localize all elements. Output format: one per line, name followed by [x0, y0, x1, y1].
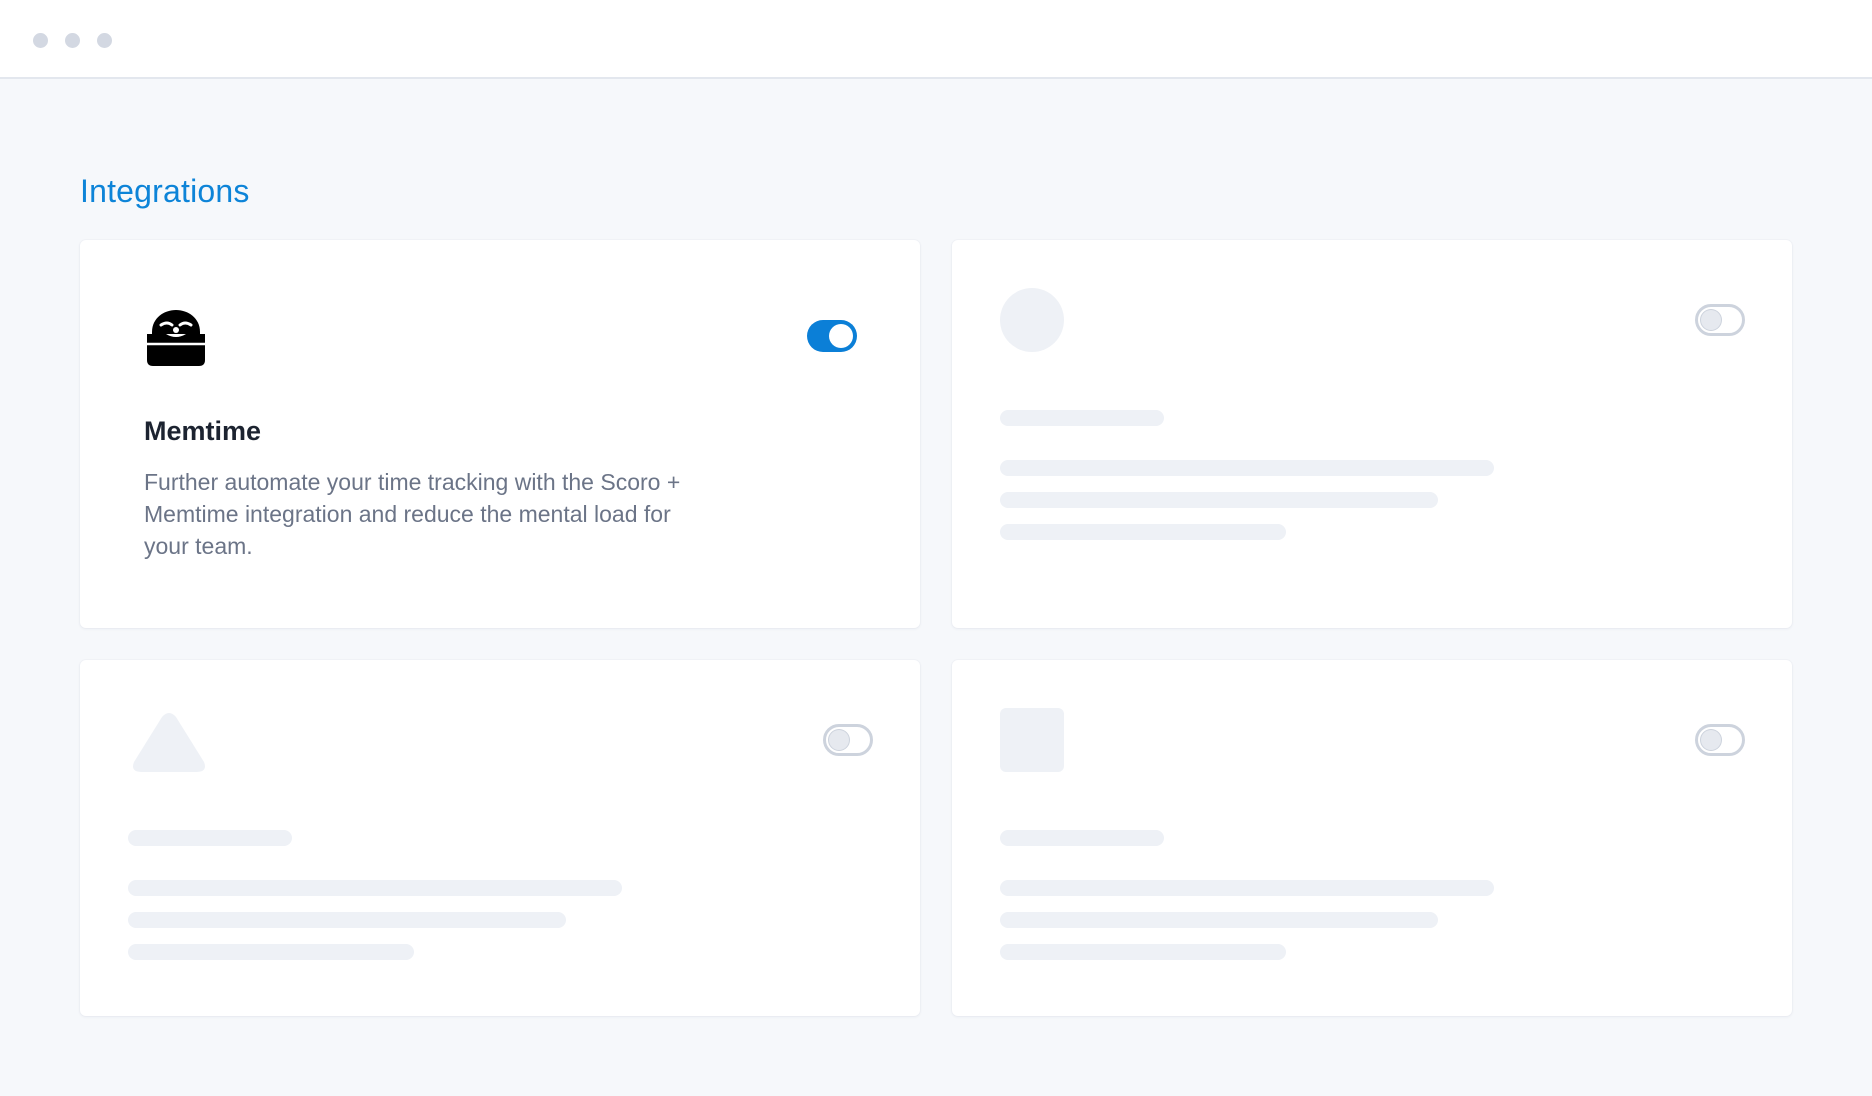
integration-card-memtime: Memtime Further automate your time track… — [80, 240, 920, 628]
skeleton-title-line — [1000, 830, 1164, 846]
integration-toggle[interactable] — [1695, 724, 1745, 756]
toggle-knob — [1701, 310, 1721, 330]
memtime-integration-toggle[interactable] — [807, 320, 857, 352]
toggle-knob — [829, 324, 853, 348]
circle-placeholder-icon — [1000, 288, 1064, 352]
skeleton-text-line — [1000, 460, 1494, 476]
skeleton-text-line — [1000, 944, 1286, 960]
skeleton-title-line — [128, 830, 292, 846]
integration-description: Further automate your time tracking with… — [144, 469, 681, 559]
window-control-dot[interactable] — [33, 33, 48, 48]
toggle-knob — [1701, 730, 1721, 750]
window-control-dot[interactable] — [97, 33, 112, 48]
skeleton-text-line — [1000, 880, 1494, 896]
toggle-knob — [829, 730, 849, 750]
window-control-dot[interactable] — [65, 33, 80, 48]
window-title-bar — [0, 0, 1872, 79]
integration-card-placeholder — [952, 240, 1792, 628]
memtime-logo-icon — [146, 310, 206, 366]
integration-toggle[interactable] — [1695, 304, 1745, 336]
skeleton-text-line — [1000, 492, 1438, 508]
square-placeholder-icon — [1000, 708, 1064, 772]
triangle-placeholder-icon — [132, 712, 206, 777]
skeleton-text-line — [128, 880, 622, 896]
page-title: Integrations — [80, 173, 250, 209]
integration-card-placeholder — [80, 660, 920, 1016]
skeleton-title-line — [1000, 410, 1164, 426]
integration-title: Memtime — [144, 416, 262, 446]
integration-card-placeholder — [952, 660, 1792, 1016]
skeleton-text-line — [128, 912, 566, 928]
integration-toggle[interactable] — [823, 724, 873, 756]
skeleton-text-line — [1000, 524, 1286, 540]
skeleton-text-line — [1000, 912, 1438, 928]
skeleton-text-line — [128, 944, 414, 960]
